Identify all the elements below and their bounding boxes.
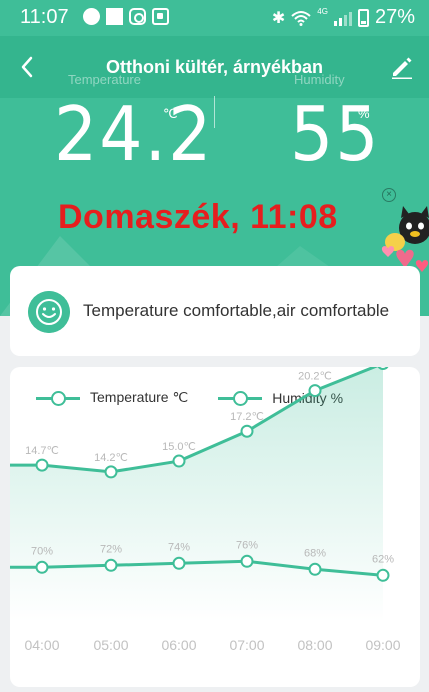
humidity-point [308,562,322,576]
temperature-point [240,424,254,438]
x-tick-label: 04:00 [24,637,59,653]
notification-icons [83,8,169,25]
humidity-point [104,558,118,572]
comfort-card: Temperature comfortable,air comfortable [10,266,420,356]
temperature-area [10,367,383,622]
humidity-unit: % [358,106,370,121]
edit-button[interactable] [389,54,415,80]
app-icon [152,8,169,25]
x-tick-label: 09:00 [365,637,400,653]
humidity-data-label: 76% [236,539,258,551]
wifi-icon [291,10,311,26]
temperature-point [172,454,186,468]
temperature-label: Temperature [68,72,141,87]
network-type: 4G [317,7,328,16]
x-tick-label: 08:00 [297,637,332,653]
humidity-data-label: 74% [168,541,190,553]
temperature-point [377,367,389,370]
temperature-unit: ℃ [163,106,178,121]
temperature-point [35,458,49,472]
comfort-status: Temperature comfortable,air comfortable [83,301,390,320]
temperature-data-label: 14.7℃ [25,445,59,457]
x-tick-label: 05:00 [93,637,128,653]
history-line-chart: 14.7℃14.2℃15.0℃17.2℃20.2℃22.2℃70%72%74%7… [10,367,401,653]
battery-icon [357,8,369,27]
status-time: 11:07 [20,6,69,28]
humidity-point [172,556,186,570]
smiley-icon [28,291,70,333]
temperature-data-label: 14.2℃ [94,452,128,464]
history-chart-card: Temperature ℃ Humidity % 14.7℃14.2℃15.0℃… [10,367,420,687]
system-icons: ✱ 4G 27% [272,6,415,29]
temperature-value: 24.2 [54,92,214,179]
signal-icon [333,10,352,26]
humidity-label: Humidity [294,72,345,87]
humidity-data-label: 62% [372,553,394,565]
battery-percent: 27% [374,6,415,28]
x-tick-label: 07:00 [229,637,264,653]
humidity-point [376,568,390,582]
temperature-data-label: 17.2℃ [230,411,264,423]
pencil-icon [392,57,412,79]
humidity-point [35,560,49,574]
page-title: Otthoni kültér, árnyékban [105,57,324,77]
reading-divider [214,96,215,128]
temperature-data-label: 15.0℃ [162,441,196,453]
humidity-data-label: 68% [304,547,326,559]
close-icon[interactable]: × [382,188,396,202]
humidity-data-label: 72% [100,543,122,555]
status-bar: 11:07 ✱ 4G 27% [0,0,429,36]
humidity-data-label: 70% [31,545,53,557]
x-tick-label: 06:00 [161,637,196,653]
instagram-icon [129,8,146,25]
temperature-point [308,384,322,398]
temperature-data-label: 20.2℃ [298,371,332,383]
square-icon [106,8,123,25]
humidity-point [240,554,254,568]
bluetooth-icon: ✱ [271,9,286,27]
notification-dot-icon [83,8,100,25]
overlay-location-time: Domaszék, 11:08 [58,198,338,236]
temperature-point [104,465,118,479]
